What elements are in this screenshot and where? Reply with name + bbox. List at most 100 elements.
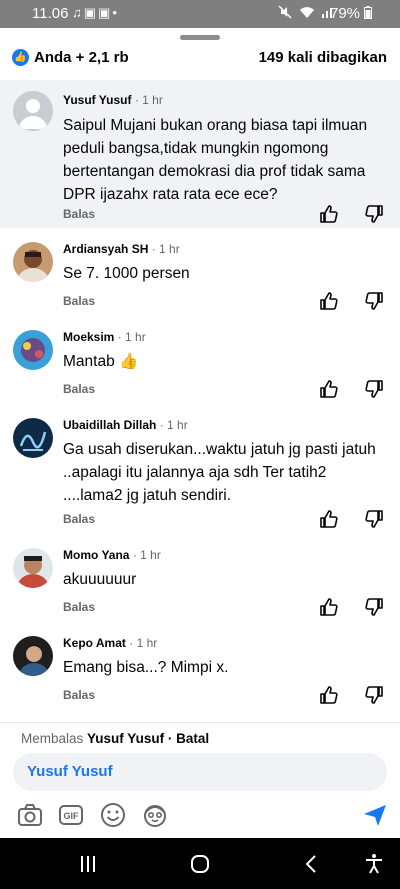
- instagram-icon: ▣: [98, 5, 113, 20]
- comment-text: akuuuuuur: [63, 571, 137, 588]
- drag-handle[interactable]: [180, 35, 220, 40]
- thumbs-up-icon[interactable]: [319, 291, 339, 311]
- comment-text: Ga usah diserukan...waktu jatuh jg pasti…: [63, 441, 376, 504]
- camera-icon[interactable]: [16, 801, 44, 829]
- comment-header: Moeksim · 1 hr: [63, 330, 146, 344]
- comment-header: Momo Yana · 1 hr: [63, 548, 161, 562]
- thumbs-up-icon[interactable]: [319, 597, 339, 617]
- thumbs-down-icon[interactable]: [364, 509, 384, 529]
- reply-composer: Membalas Yusuf Yusuf · Batal Yusuf Yusuf…: [0, 722, 400, 837]
- calligraphy-photo: [13, 418, 53, 458]
- status-time: 11.06: [32, 5, 69, 22]
- replying-prefix: Membalas: [21, 731, 84, 746]
- system-nav-bar: [0, 838, 400, 889]
- avatar[interactable]: [13, 330, 53, 370]
- profile-photo: [13, 242, 53, 282]
- reactions-summary[interactable]: 👍 Anda + 2,1 rb: [12, 49, 129, 66]
- thumbs-down-icon[interactable]: [364, 379, 384, 399]
- mention-tag: Yusuf Yusuf: [27, 763, 113, 780]
- thumbs-down-icon[interactable]: [364, 597, 384, 617]
- replying-to-line: Membalas Yusuf Yusuf · Batal: [21, 731, 209, 746]
- cancel-reply-link[interactable]: · Batal: [168, 731, 209, 746]
- comment-time: · 1 hr: [159, 418, 188, 432]
- comment-time: · 1 hr: [129, 636, 158, 650]
- emoji-icon[interactable]: [99, 801, 127, 829]
- mute-icon: [278, 5, 292, 19]
- avatar[interactable]: [13, 242, 53, 282]
- comment-item: Kepo Amat · 1 hr Emang bisa...? Mimpi x.…: [0, 622, 400, 710]
- comment-text: Saipul Mujani bukan orang biasa tapi ilm…: [63, 117, 368, 203]
- comments-sheet-header: 👍 Anda + 2,1 rb 149 kali dibagikan: [0, 28, 400, 80]
- like-reaction-icon: 👍: [12, 49, 29, 66]
- thumbs-up-emoji: 👍: [119, 353, 139, 370]
- reply-button[interactable]: Balas: [63, 512, 95, 526]
- comment-text: Mantab 👍: [63, 350, 381, 373]
- avatar[interactable]: [13, 91, 53, 131]
- comment-header: Ubaidillah Dillah · 1 hr: [63, 418, 188, 432]
- reply-button[interactable]: Balas: [63, 294, 95, 308]
- comment-author[interactable]: Ubaidillah Dillah: [63, 418, 156, 432]
- comment-list: Yusuf Yusuf · 1 hr Saipul Mujani bukan o…: [0, 80, 400, 710]
- thumbs-up-icon[interactable]: [319, 204, 339, 224]
- thumbs-down-icon[interactable]: [364, 685, 384, 705]
- thumbs-down-icon[interactable]: [364, 291, 384, 311]
- comment-header: Yusuf Yusuf · 1 hr: [63, 93, 163, 107]
- comment-input[interactable]: Yusuf Yusuf: [13, 753, 387, 791]
- thumbs-up-icon[interactable]: [319, 685, 339, 705]
- notification-icons: ♫▣▣•: [72, 5, 119, 21]
- shares-count[interactable]: 149 kali dibagikan: [259, 49, 387, 66]
- system-icons: [278, 5, 335, 20]
- home-icon[interactable]: [188, 852, 212, 876]
- svg-text:GIF: GIF: [64, 811, 80, 821]
- profile-photo: [13, 548, 53, 588]
- avatar-sticker-icon[interactable]: [141, 801, 169, 829]
- send-icon[interactable]: [361, 801, 389, 829]
- battery-icon: [364, 6, 373, 19]
- comment-text: Se 7. 1000 persen: [63, 265, 190, 282]
- thumbs-up-icon[interactable]: [319, 509, 339, 529]
- reply-button[interactable]: Balas: [63, 207, 95, 221]
- tiktok-icon: ♫: [72, 5, 84, 20]
- thumbs-up-icon[interactable]: [319, 379, 339, 399]
- comment-author[interactable]: Kepo Amat: [63, 636, 126, 650]
- comment-time: · 1 hr: [117, 330, 146, 344]
- comment-time: · 1 hr: [151, 242, 180, 256]
- comment-item: Ardiansyah SH · 1 hr Se 7. 1000 persen B…: [0, 228, 400, 316]
- profile-photo: [13, 330, 53, 370]
- comment-item: Yusuf Yusuf · 1 hr Saipul Mujani bukan o…: [0, 80, 400, 228]
- reply-button[interactable]: Balas: [63, 600, 95, 614]
- comment-author[interactable]: Ardiansyah SH: [63, 242, 148, 256]
- comment-text-body: Mantab: [63, 353, 115, 370]
- comment-header: Kepo Amat · 1 hr: [63, 636, 157, 650]
- comment-header: Ardiansyah SH · 1 hr: [63, 242, 180, 256]
- reply-button[interactable]: Balas: [63, 382, 95, 396]
- default-avatar-icon: [13, 91, 53, 131]
- comment-author[interactable]: Moeksim: [63, 330, 114, 344]
- reply-button[interactable]: Balas: [63, 688, 95, 702]
- instagram-icon: ▣: [83, 5, 99, 20]
- replying-target: Yusuf Yusuf: [87, 731, 165, 746]
- battery-level: 79%: [330, 5, 373, 22]
- comment-author[interactable]: Momo Yana: [63, 548, 129, 562]
- avatar[interactable]: [13, 548, 53, 588]
- gif-icon[interactable]: GIF: [57, 801, 85, 829]
- avatar[interactable]: [13, 636, 53, 676]
- battery-text: 79%: [330, 5, 361, 22]
- profile-photo: [13, 636, 53, 676]
- comment-time: · 1 hr: [134, 93, 163, 107]
- thumbs-down-icon[interactable]: [364, 204, 384, 224]
- comment-item: Moeksim · 1 hr Mantab 👍 Balas: [0, 316, 400, 404]
- accessibility-icon[interactable]: [362, 852, 386, 876]
- dot-icon: •: [112, 5, 119, 20]
- comment-time: · 1 hr: [132, 548, 161, 562]
- comment-item: Momo Yana · 1 hr akuuuuuur Balas: [0, 534, 400, 622]
- comment-author[interactable]: Yusuf Yusuf: [63, 93, 131, 107]
- comment-item: Ubaidillah Dillah · 1 hr Ga usah diseruk…: [0, 404, 400, 534]
- recent-apps-icon[interactable]: [76, 852, 100, 876]
- wifi-icon: [299, 7, 314, 18]
- status-bar: 11.06 ♫▣▣• 79%: [0, 0, 400, 28]
- reactions-count: Anda + 2,1 rb: [34, 49, 129, 66]
- comment-text: Emang bisa...? Mimpi x.: [63, 659, 229, 676]
- back-icon[interactable]: [300, 852, 324, 876]
- avatar[interactable]: [13, 418, 53, 458]
